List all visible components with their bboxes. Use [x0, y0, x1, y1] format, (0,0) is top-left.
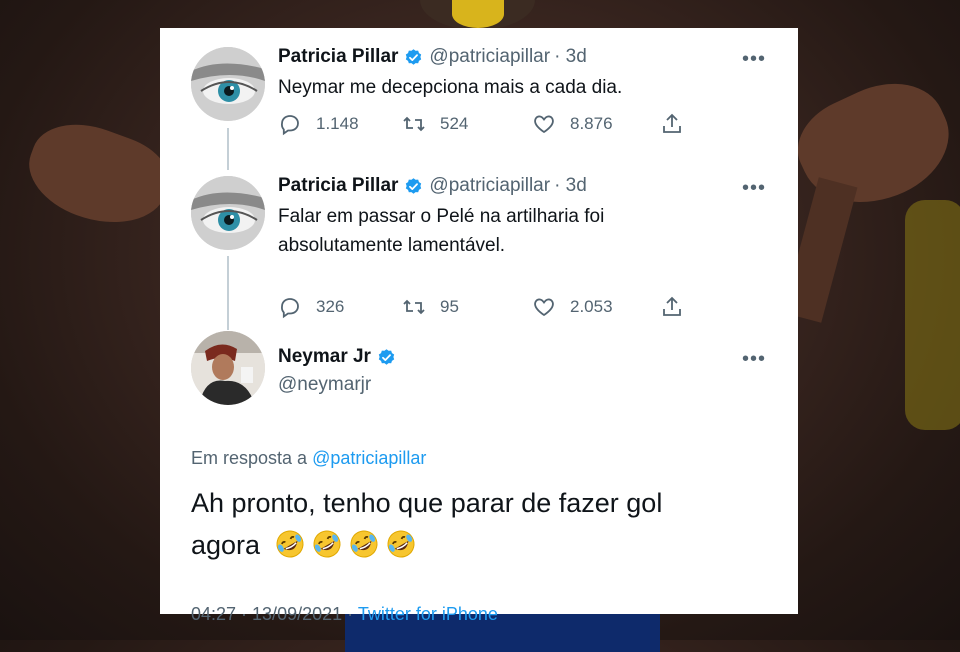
author-handle[interactable]: @neymarjr	[278, 374, 371, 396]
share-button[interactable]	[660, 112, 698, 136]
main-tweet[interactable]: Neymar Jr @neymarjr ••• Em resposta a @p…	[160, 328, 798, 624]
reply-icon	[281, 115, 299, 136]
author-line: Patricia Pillar @patriciapillar · 3d	[278, 46, 587, 68]
retweet-icon	[403, 299, 425, 315]
reply-button[interactable]: 1.148	[278, 112, 359, 136]
tweet-thread-card: Patricia Pillar @patriciapillar · 3d •••…	[160, 28, 798, 624]
retweet-button[interactable]: 95	[402, 295, 459, 319]
heart-icon	[534, 298, 554, 317]
like-count: 8.876	[570, 114, 613, 133]
more-options-icon[interactable]: •••	[742, 177, 766, 200]
reply-button[interactable]: 326	[278, 295, 344, 319]
tweet-age: · 3d	[554, 175, 587, 196]
retweet-count: 524	[440, 114, 469, 133]
author-handle[interactable]: @patriciapillar	[429, 46, 550, 68]
main-tweet-text-word: agora	[191, 530, 261, 560]
author-name[interactable]: Patricia Pillar	[278, 175, 398, 197]
tweet-1[interactable]: Patricia Pillar @patriciapillar · 3d •••…	[160, 28, 798, 158]
source-link[interactable]: Twitter for iPhone	[358, 604, 498, 624]
author-line: Patricia Pillar @patriciapillar · 3d	[278, 175, 587, 197]
rolling-on-floor-laughing-emoji	[312, 529, 342, 559]
reply-mention-link[interactable]: @patriciapillar	[312, 448, 426, 468]
rolling-on-floor-laughing-emoji	[275, 529, 305, 559]
share-icon	[663, 296, 681, 316]
tweet-actions: 1.148 524 8.876	[278, 112, 698, 138]
tweet-text-line-1: Falar em passar o Pelé na artilharia foi	[278, 206, 605, 227]
share-icon	[663, 113, 681, 133]
share-button[interactable]	[660, 295, 698, 319]
retweet-button[interactable]: 524	[402, 112, 468, 136]
reply-icon	[281, 298, 299, 319]
main-tweet-text-line-1: Ah pronto, tenho que parar de fazer gol	[191, 488, 663, 518]
background-blurred-figure	[905, 200, 960, 430]
author-handle[interactable]: @patriciapillar	[429, 175, 550, 197]
avatar[interactable]	[191, 331, 265, 405]
author-name[interactable]: Neymar Jr	[278, 346, 371, 368]
retweet-count: 95	[440, 297, 459, 316]
emoji-row	[268, 530, 416, 560]
tweet-text: Neymar me decepciona mais a cada dia.	[278, 77, 623, 98]
like-button[interactable]: 8.876	[532, 112, 613, 136]
verified-badge-icon	[377, 348, 396, 367]
tweet-text-line-2: absolutamente lamentável.	[278, 235, 506, 256]
avatar[interactable]	[191, 47, 265, 121]
reply-count: 326	[316, 297, 345, 316]
author-line: Neymar Jr	[278, 346, 402, 368]
avatar[interactable]	[191, 176, 265, 250]
background-left-hand	[16, 108, 180, 242]
main-tweet-text-line-2: agora	[191, 526, 771, 564]
tweet-actions: 326 95 2.053	[278, 295, 698, 321]
author-name[interactable]: Patricia Pillar	[278, 46, 398, 68]
rolling-on-floor-laughing-emoji	[349, 529, 379, 559]
background-player-collar	[452, 0, 504, 28]
like-count: 2.053	[570, 297, 613, 316]
more-options-icon[interactable]: •••	[742, 348, 766, 371]
like-button[interactable]: 2.053	[532, 295, 613, 319]
rolling-on-floor-laughing-emoji	[386, 529, 416, 559]
heart-icon	[534, 115, 554, 134]
reply-prefix: Em resposta a	[191, 448, 308, 468]
reply-count: 1.148	[316, 114, 359, 133]
verified-badge-icon	[404, 48, 423, 67]
verified-badge-icon	[404, 177, 423, 196]
tweet-2[interactable]: Patricia Pillar @patriciapillar · 3d •••…	[160, 158, 798, 321]
tweet-age: · 3d	[554, 46, 587, 67]
reply-context: Em resposta a @patriciapillar	[191, 448, 426, 469]
timestamp[interactable]: 04:27 · 13/09/2021 ·	[191, 604, 353, 624]
tweet-meta: 04:27 · 13/09/2021 · Twitter for iPhone	[191, 604, 498, 625]
retweet-icon	[403, 116, 425, 132]
more-options-icon[interactable]: •••	[742, 48, 766, 71]
